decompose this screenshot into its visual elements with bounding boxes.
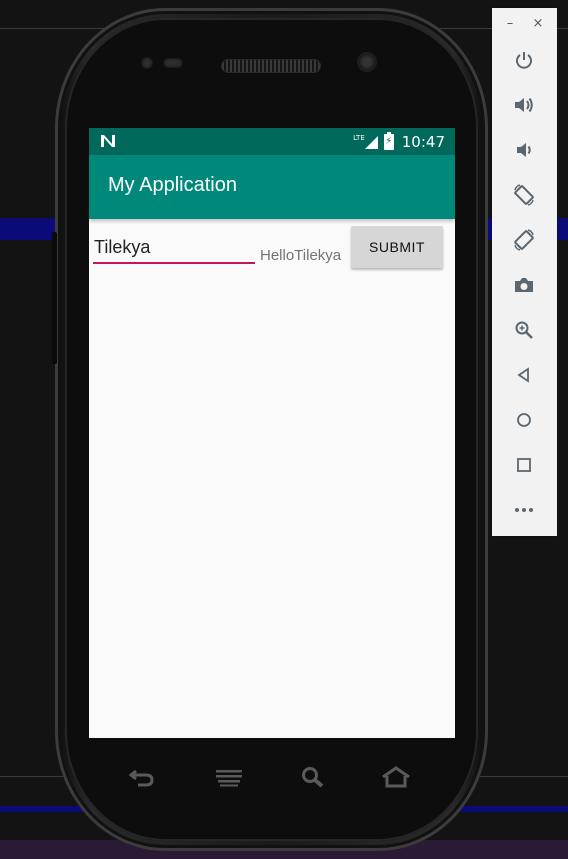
n-icon [100, 134, 116, 152]
status-bar: LTE ⚡ 10:47 [89, 128, 455, 155]
earpiece-speaker [222, 60, 320, 72]
app-title: My Application [108, 174, 237, 196]
battery-icon: ⚡ [383, 132, 394, 150]
signal-icon [364, 135, 378, 149]
volume-up-icon[interactable] [509, 90, 539, 120]
overview-icon[interactable] [509, 450, 539, 480]
search-icon[interactable] [298, 765, 328, 789]
device-screen: LTE ⚡ 10:47 My Application HelloTilekya … [89, 128, 455, 738]
home-icon[interactable] [381, 765, 411, 789]
back-icon[interactable] [127, 765, 157, 789]
app-bar: My Application [89, 155, 455, 219]
phone-side-button [52, 232, 57, 364]
emulator-toolbar: – × [492, 8, 557, 536]
submit-button[interactable]: SUBMIT [351, 226, 443, 268]
name-input[interactable] [93, 232, 255, 264]
menu-icon[interactable] [214, 765, 244, 789]
front-camera [359, 54, 375, 70]
light-sensor [163, 58, 183, 68]
close-button[interactable]: × [530, 14, 546, 34]
rotate-left-icon[interactable] [509, 180, 539, 210]
status-time: 10:47 [401, 133, 445, 151]
back-icon[interactable] [509, 360, 539, 390]
camera-icon[interactable] [509, 270, 539, 300]
home-icon[interactable] [509, 405, 539, 435]
minimize-button[interactable]: – [502, 14, 518, 34]
zoom-icon[interactable] [509, 315, 539, 345]
network-type-label: LTE [353, 134, 365, 142]
status-icons: LTE ⚡ 10:47 [353, 132, 445, 152]
rotate-right-icon[interactable] [509, 225, 539, 255]
proximity-sensor [141, 57, 153, 69]
volume-down-icon[interactable] [509, 135, 539, 165]
greeting-text: HelloTilekya [260, 247, 342, 264]
power-icon[interactable] [509, 45, 539, 75]
more-icon[interactable] [509, 495, 539, 525]
